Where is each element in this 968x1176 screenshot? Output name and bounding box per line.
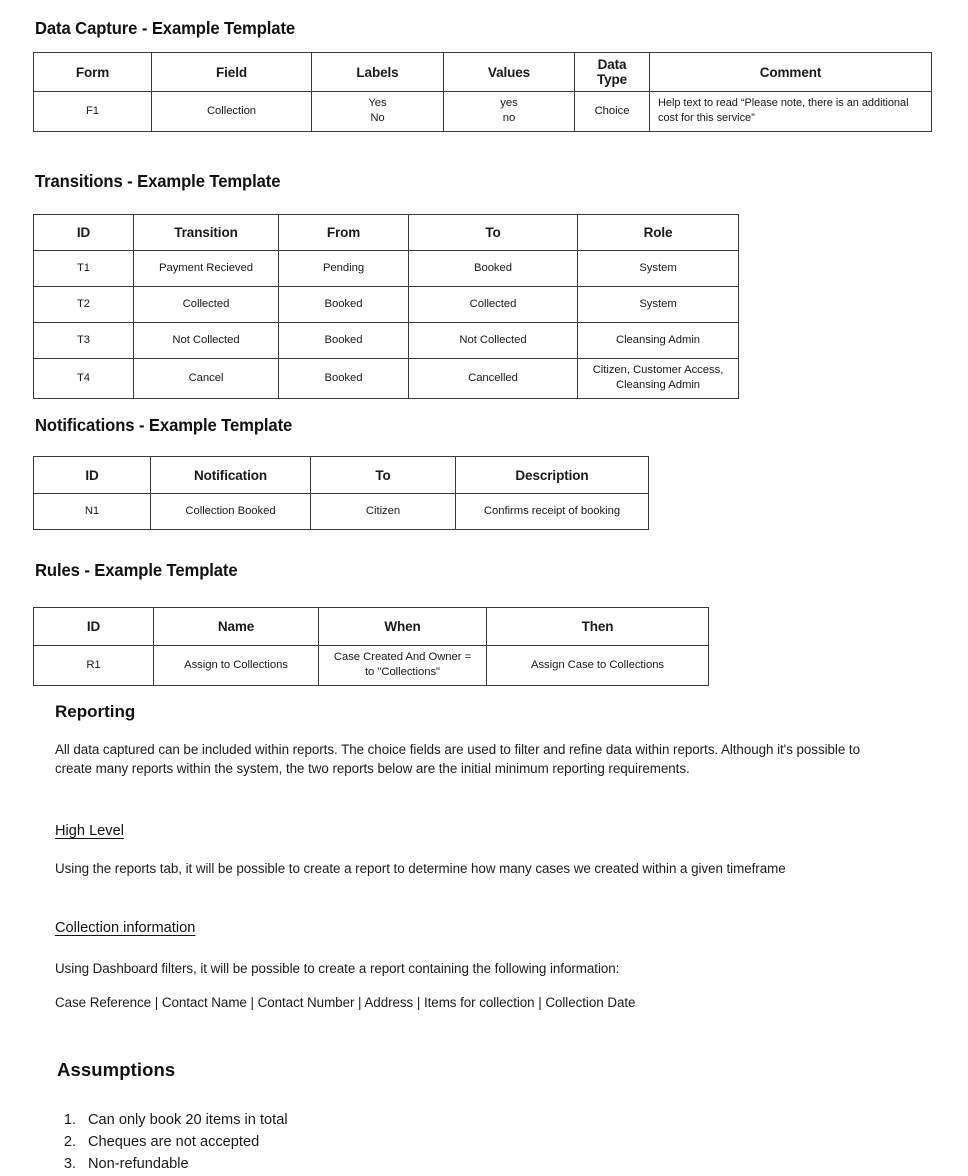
cell-from: Booked [278,286,409,323]
cell-from: Booked [278,358,409,399]
cell-transition: Not Collected [133,322,279,359]
table-row: T2 Collected Booked Collected System [33,286,739,323]
cell-transition: Payment Recieved [133,250,279,287]
col-when: When [318,607,487,646]
data-capture-table: Form Field Labels Values Data Type Comme… [33,52,932,132]
cell-labels: Yes No [311,91,444,132]
list-item: Can only book 20 items in total [50,1110,288,1132]
cell-when: Case Created And Owner = to "Collections… [318,645,487,686]
cell-id: T2 [33,286,134,323]
cell-description: Confirms receipt of booking [455,493,649,530]
notifications-table: ID Notification To Description N1 Collec… [33,456,649,530]
col-transition: Transition [133,214,279,251]
cell-notification: Collection Booked [150,493,311,530]
assumptions-list: Can only book 20 items in total Cheques … [50,1110,288,1176]
cell-role: System [577,286,739,323]
table-header-row: ID Name When Then [33,607,709,646]
col-id: ID [33,456,151,494]
col-role: Role [577,214,739,251]
cell-field: Collection [151,91,312,132]
col-notification: Notification [150,456,311,494]
col-id: ID [33,607,154,646]
table-header-row: ID Notification To Description [33,456,649,494]
rules-heading: Rules - Example Template [35,560,238,580]
cell-transition: Collected [133,286,279,323]
col-to: To [310,456,456,494]
cell-role: Citizen, Customer Access, Cleansing Admi… [577,358,739,399]
col-labels: Labels [311,52,444,92]
cell-to: Citizen [310,493,456,530]
cell-id: T1 [33,250,134,287]
cell-from: Pending [278,250,409,287]
table-header-row: Form Field Labels Values Data Type Comme… [33,52,932,92]
table-row: R1 Assign to Collections Case Created An… [33,645,709,686]
data-capture-heading: Data Capture - Example Template [35,18,296,38]
high-level-text: Using the reports tab, it will be possib… [55,861,786,876]
cell-from: Booked [278,322,409,359]
reporting-intro-text: All data captured can be included within… [55,742,860,777]
cell-values: yes no [443,91,575,132]
col-id: ID [33,214,134,251]
col-field: Field [151,52,312,92]
table-row: T1 Payment Recieved Pending Booked Syste… [33,250,739,287]
cell-form: F1 [33,91,152,132]
col-data-type: Data Type [574,52,650,92]
rules-table: ID Name When Then R1 Assign to Collectio… [33,607,709,686]
reporting-heading: Reporting [55,702,136,721]
cell-id: N1 [33,493,151,530]
cell-to: Collected [408,286,578,323]
high-level-subheading: High Level [55,823,124,839]
table-row: T4 Cancel Booked Cancelled Citizen, Cust… [33,358,739,399]
notifications-heading: Notifications - Example Template [35,415,293,435]
cell-id: T4 [33,358,134,399]
transitions-table: ID Transition From To Role T1 Payment Re… [33,214,739,399]
col-then: Then [486,607,709,646]
collection-information-subheading: Collection information [55,920,196,936]
cell-to: Not Collected [408,322,578,359]
col-form: Form [33,52,152,92]
assumptions-heading: Assumptions [57,1059,176,1080]
transitions-heading: Transitions - Example Template [35,171,281,191]
cell-data-type: Choice [574,91,650,132]
cell-transition: Cancel [133,358,279,399]
list-item: Cheques are not accepted [50,1132,260,1154]
list-item: Non-refundable [50,1154,189,1176]
cell-id: R1 [33,645,154,686]
col-description: Description [455,456,649,494]
col-from: From [278,214,409,251]
table-row: F1 Collection Yes No yes no Choice Help … [33,91,932,132]
cell-to: Cancelled [408,358,578,399]
cell-comment: Help text to read “Please note, there is… [649,91,932,132]
cell-to: Booked [408,250,578,287]
col-name: Name [153,607,319,646]
collection-information-fields: Case Reference | Contact Name | Contact … [55,995,636,1010]
cell-role: System [577,250,739,287]
table-header-row: ID Transition From To Role [33,214,739,251]
cell-id: T3 [33,322,134,359]
cell-name: Assign to Collections [153,645,319,686]
col-to: To [408,214,578,251]
table-row: T3 Not Collected Booked Not Collected Cl… [33,322,739,359]
col-comment: Comment [649,52,932,92]
cell-then: Assign Case to Collections [486,645,709,686]
col-values: Values [443,52,575,92]
table-row: N1 Collection Booked Citizen Confirms re… [33,493,649,530]
collection-information-text: Using Dashboard filters, it will be poss… [55,961,620,976]
cell-role: Cleansing Admin [577,322,739,359]
